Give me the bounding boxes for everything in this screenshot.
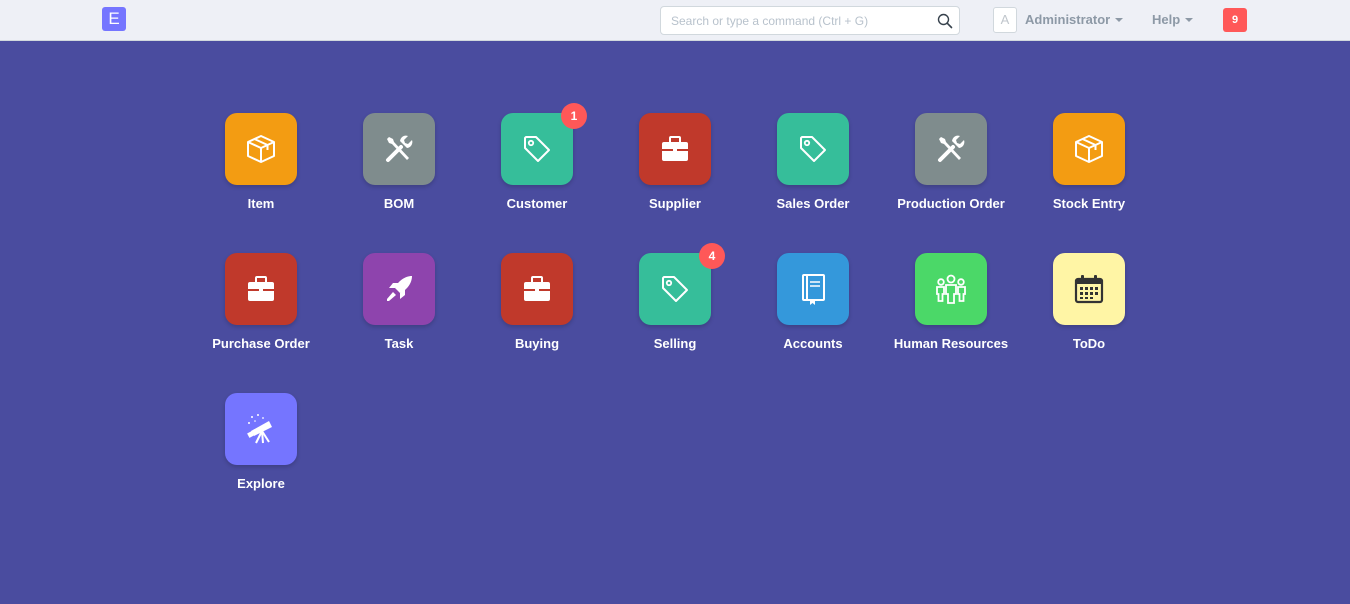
module-label: Production Order bbox=[897, 196, 1005, 211]
module-label: Customer bbox=[506, 196, 568, 211]
module-tile[interactable] bbox=[1053, 253, 1125, 325]
module-tile[interactable] bbox=[777, 253, 849, 325]
module-tile[interactable] bbox=[639, 253, 711, 325]
module-tile[interactable] bbox=[363, 113, 435, 185]
module-label: Accounts bbox=[783, 336, 843, 351]
module-bom[interactable]: BOM bbox=[330, 113, 468, 223]
module-tile[interactable] bbox=[777, 113, 849, 185]
module-label: Task bbox=[384, 336, 414, 351]
module-stock-entry[interactable]: Stock Entry bbox=[1020, 113, 1158, 223]
module-human-resources[interactable]: Human Resources bbox=[882, 253, 1020, 363]
module-count-badge: 1 bbox=[561, 103, 587, 129]
module-production-order[interactable]: Production Order bbox=[882, 113, 1020, 223]
module-count-badge: 4 bbox=[699, 243, 725, 269]
module-grid: Item BOM Customer 1 Supplier Sales Order Produ… bbox=[0, 0, 1350, 604]
module-tile[interactable] bbox=[1053, 113, 1125, 185]
module-explore[interactable]: Explore bbox=[192, 393, 330, 503]
module-tile[interactable] bbox=[639, 113, 711, 185]
module-buying[interactable]: Buying bbox=[468, 253, 606, 363]
module-supplier[interactable]: Supplier bbox=[606, 113, 744, 223]
module-label: ToDo bbox=[1072, 336, 1106, 351]
module-purchase-order[interactable]: Purchase Order bbox=[192, 253, 330, 363]
module-task[interactable]: Task bbox=[330, 253, 468, 363]
module-tile[interactable] bbox=[225, 393, 297, 465]
module-tile[interactable] bbox=[915, 113, 987, 185]
module-todo[interactable]: ToDo bbox=[1020, 253, 1158, 363]
module-label: BOM bbox=[383, 196, 415, 211]
module-tile[interactable] bbox=[501, 113, 573, 185]
module-label: Selling bbox=[653, 336, 697, 351]
module-tile[interactable] bbox=[225, 113, 297, 185]
module-label: Sales Order bbox=[776, 196, 850, 211]
module-label: Supplier bbox=[648, 196, 701, 211]
module-accounts[interactable]: Accounts bbox=[744, 253, 882, 363]
module-label: Buying bbox=[514, 336, 560, 351]
module-tile[interactable] bbox=[225, 253, 297, 325]
module-label: Explore bbox=[237, 476, 285, 491]
module-label: Purchase Order bbox=[212, 336, 310, 351]
module-tile[interactable] bbox=[501, 253, 573, 325]
module-item[interactable]: Item bbox=[192, 113, 330, 223]
module-sales-order[interactable]: Sales Order bbox=[744, 113, 882, 223]
module-tile[interactable] bbox=[363, 253, 435, 325]
module-customer[interactable]: Customer 1 bbox=[468, 103, 606, 223]
module-tile[interactable] bbox=[915, 253, 987, 325]
module-label: Item bbox=[247, 196, 275, 211]
module-selling[interactable]: Selling 4 bbox=[606, 243, 744, 363]
module-label: Human Resources bbox=[893, 336, 1009, 351]
module-label: Stock Entry bbox=[1052, 196, 1126, 211]
